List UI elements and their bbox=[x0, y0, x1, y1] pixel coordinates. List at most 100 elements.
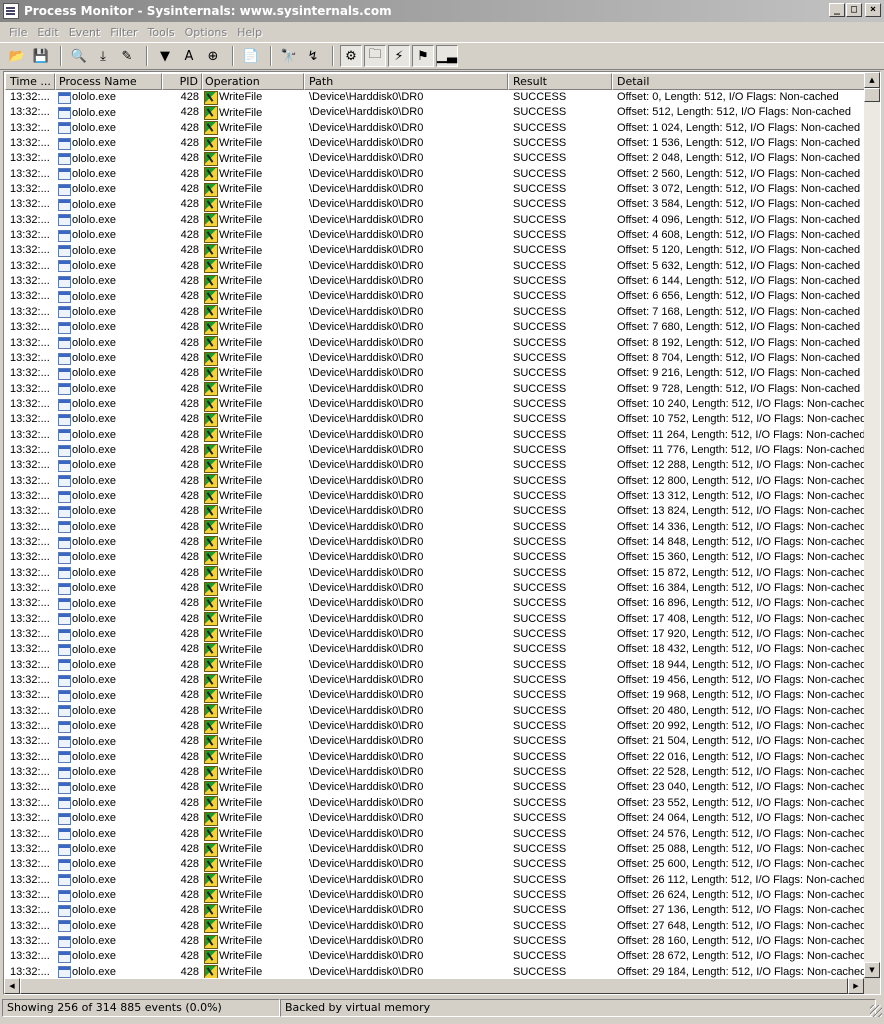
column-process-name[interactable]: Process Name bbox=[55, 73, 162, 90]
table-row[interactable]: 13:32:... ololo.exe 428 WriteFile \Device\Ha… bbox=[5, 167, 865, 182]
table-row[interactable]: 13:32:... ololo.exe 428 WriteFile \Device\Ha… bbox=[5, 243, 865, 259]
scroll-right-button[interactable]: ▶ bbox=[848, 978, 864, 994]
table-row[interactable]: 13:32:... ololo.exe 428 WriteFile \Device\Ha… bbox=[5, 443, 865, 458]
table-row[interactable]: 13:32:... ololo.exe 428 WriteFile \Device\Ha… bbox=[5, 796, 865, 811]
resize-grip[interactable] bbox=[870, 1005, 882, 1017]
table-row[interactable]: 13:32:... ololo.exe 428 WriteFile \Device\Ha… bbox=[5, 627, 865, 642]
highlight-icon[interactable]: A bbox=[178, 45, 200, 67]
column-operation[interactable]: Operation bbox=[202, 73, 304, 90]
table-row[interactable]: 13:32:... ololo.exe 428 WriteFile \Device\Ha… bbox=[5, 121, 865, 136]
table-row[interactable]: 13:32:... ololo.exe 428 WriteFile \Device\Ha… bbox=[5, 489, 865, 504]
table-row[interactable]: 13:32:... ololo.exe 428 WriteFile \Device\Ha… bbox=[5, 949, 865, 964]
table-row[interactable]: 13:32:... ololo.exe 428 WriteFile \Device\Ha… bbox=[5, 704, 865, 719]
open-icon[interactable]: 📂 bbox=[6, 45, 28, 67]
table-row[interactable]: 13:32:... ololo.exe 428 WriteFile \Device\Ha… bbox=[5, 320, 865, 335]
table-row[interactable]: 13:32:... ololo.exe 428 WriteFile \Device\Ha… bbox=[5, 919, 865, 934]
save-icon[interactable]: 💾 bbox=[30, 45, 52, 67]
table-row[interactable]: 13:32:... ololo.exe 428 WriteFile \Device\Ha… bbox=[5, 550, 865, 565]
table-row[interactable]: 13:32:... ololo.exe 428 WriteFile \Device\Ha… bbox=[5, 289, 865, 305]
table-row[interactable]: 13:32:... ololo.exe 428 WriteFile \Device\Ha… bbox=[5, 397, 865, 412]
table-row[interactable]: 13:32:... ololo.exe 428 WriteFile \Device\Ha… bbox=[5, 351, 865, 366]
registry-icon[interactable]: ⚙ bbox=[340, 45, 362, 67]
table-row[interactable]: 13:32:... ololo.exe 428 WriteFile \Device\Ha… bbox=[5, 182, 865, 197]
table-row[interactable]: 13:32:... ololo.exe 428 WriteFile \Device\Ha… bbox=[5, 504, 865, 519]
table-row[interactable]: 13:32:... ololo.exe 428 WriteFile \Device\Ha… bbox=[5, 673, 865, 688]
table-row[interactable]: 13:32:... ololo.exe 428 WriteFile \Device\Ha… bbox=[5, 566, 865, 581]
horizontal-scrollbar[interactable]: ◀ ▶ bbox=[4, 978, 864, 994]
autoscroll-icon[interactable]: ⤓ bbox=[92, 45, 114, 67]
menu-file[interactable]: File bbox=[4, 26, 32, 39]
profiling-icon[interactable]: ▁▃ bbox=[436, 45, 458, 67]
table-row[interactable]: 13:32:... ololo.exe 428 WriteFile \Device\Ha… bbox=[5, 780, 865, 796]
table-row[interactable]: 13:32:... ololo.exe 428 WriteFile \Device\Ha… bbox=[5, 581, 865, 596]
table-row[interactable]: 13:32:... ololo.exe 428 WriteFile \Device\Ha… bbox=[5, 734, 865, 750]
network-activity-icon[interactable]: ⚡ bbox=[388, 45, 410, 67]
menu-help[interactable]: Help bbox=[232, 26, 267, 39]
table-row[interactable]: 13:32:... ololo.exe 428 WriteFile \Device\Ha… bbox=[5, 136, 865, 151]
table-row[interactable]: 13:32:... ololo.exe 428 WriteFile \Device\Ha… bbox=[5, 642, 865, 658]
scroll-up-button[interactable]: ▲ bbox=[864, 72, 880, 88]
event-list[interactable]: Time ... Process Name PID Operation Path Resu… bbox=[3, 71, 881, 995]
table-row[interactable]: 13:32:... ololo.exe 428 WriteFile \Device\Ha… bbox=[5, 366, 865, 381]
vertical-scrollbar[interactable]: ▲ ▼ bbox=[864, 72, 880, 978]
table-row[interactable]: 13:32:... ololo.exe 428 WriteFile \Device\Ha… bbox=[5, 934, 865, 949]
table-row[interactable]: 13:32:... ololo.exe 428 WriteFile \Device\Ha… bbox=[5, 228, 865, 243]
table-row[interactable]: 13:32:... ololo.exe 428 WriteFile \Device\Ha… bbox=[5, 827, 865, 842]
table-row[interactable]: 13:32:... ololo.exe 428 WriteFile \Device\Ha… bbox=[5, 811, 865, 826]
table-row[interactable]: 13:32:... ololo.exe 428 WriteFile \Device\Ha… bbox=[5, 842, 865, 857]
table-row[interactable]: 13:32:... ololo.exe 428 WriteFile \Device\Ha… bbox=[5, 305, 865, 320]
table-row[interactable]: 13:32:... ololo.exe 428 WriteFile \Device\Ha… bbox=[5, 382, 865, 397]
menu-edit[interactable]: Edit bbox=[32, 26, 63, 39]
table-row[interactable]: 13:32:... ololo.exe 428 WriteFile \Device\Ha… bbox=[5, 274, 865, 289]
table-row[interactable]: 13:32:... ololo.exe 428 WriteFile \Device\Ha… bbox=[5, 688, 865, 704]
menu-tools[interactable]: Tools bbox=[143, 26, 180, 39]
table-row[interactable]: 13:32:... ololo.exe 428 WriteFile \Device\Ha… bbox=[5, 857, 865, 872]
table-row[interactable]: 13:32:... ololo.exe 428 WriteFile \Device\Ha… bbox=[5, 197, 865, 213]
properties-icon[interactable]: 📄 bbox=[240, 45, 262, 67]
scroll-left-button[interactable]: ◀ bbox=[4, 978, 20, 994]
table-row[interactable]: 13:32:... ololo.exe 428 WriteFile \Device\Ha… bbox=[5, 428, 865, 443]
table-row[interactable]: 13:32:... ololo.exe 428 WriteFile \Device\Ha… bbox=[5, 612, 865, 627]
table-row[interactable]: 13:32:... ololo.exe 428 WriteFile \Device\Ha… bbox=[5, 873, 865, 888]
filesystem-icon[interactable]: 🗀 bbox=[364, 45, 386, 67]
table-row[interactable]: 13:32:... ololo.exe 428 WriteFile \Device\Ha… bbox=[5, 903, 865, 918]
jump-icon[interactable]: ↯ bbox=[302, 45, 324, 67]
table-row[interactable]: 13:32:... ololo.exe 428 WriteFile \Device\Ha… bbox=[5, 535, 865, 550]
menu-options[interactable]: Options bbox=[180, 26, 232, 39]
menu-event[interactable]: Event bbox=[64, 26, 106, 39]
table-row[interactable]: 13:32:... ololo.exe 428 WriteFile \Device\Ha… bbox=[5, 151, 865, 167]
table-row[interactable]: 13:32:... ololo.exe 428 WriteFile \Device\Ha… bbox=[5, 888, 865, 903]
process-activity-icon[interactable]: ⚑ bbox=[412, 45, 434, 67]
menu-filter[interactable]: Filter bbox=[105, 26, 142, 39]
column-time[interactable]: Time ... bbox=[5, 73, 55, 90]
column-pid[interactable]: PID bbox=[162, 73, 202, 90]
horizontal-scroll-thumb[interactable] bbox=[20, 978, 848, 994]
table-row[interactable]: 13:32:... ololo.exe 428 WriteFile \Device\Ha… bbox=[5, 520, 865, 535]
column-detail[interactable]: Detail bbox=[612, 73, 865, 90]
table-row[interactable]: 13:32:... ololo.exe 428 WriteFile \Device\Ha… bbox=[5, 213, 865, 228]
app-icon[interactable] bbox=[3, 3, 19, 19]
table-row[interactable]: 13:32:... ololo.exe 428 WriteFile \Device\Ha… bbox=[5, 336, 865, 351]
table-row[interactable]: 13:32:... ololo.exe 428 WriteFile \Device\Ha… bbox=[5, 90, 865, 105]
table-row[interactable]: 13:32:... ololo.exe 428 WriteFile \Device\Ha… bbox=[5, 750, 865, 765]
close-button[interactable]: × bbox=[865, 3, 881, 17]
column-result[interactable]: Result bbox=[508, 73, 612, 90]
table-row[interactable]: 13:32:... ololo.exe 428 WriteFile \Device\Ha… bbox=[5, 474, 865, 489]
clear-icon[interactable]: ✎ bbox=[116, 45, 138, 67]
column-path[interactable]: Path bbox=[304, 73, 508, 90]
table-row[interactable]: 13:32:... ololo.exe 428 WriteFile \Device\Ha… bbox=[5, 765, 865, 780]
table-row[interactable]: 13:32:... ololo.exe 428 WriteFile \Device\Ha… bbox=[5, 719, 865, 734]
find-icon[interactable]: 🔭 bbox=[278, 45, 300, 67]
scroll-down-button[interactable]: ▼ bbox=[864, 962, 880, 978]
table-row[interactable]: 13:32:... ololo.exe 428 WriteFile \Device\Ha… bbox=[5, 596, 865, 612]
filter-icon[interactable]: ▼ bbox=[154, 45, 176, 67]
magnifier-icon[interactable]: 🔍 bbox=[68, 45, 90, 67]
table-row[interactable]: 13:32:... ololo.exe 428 WriteFile \Device\Ha… bbox=[5, 658, 865, 673]
maximize-button[interactable]: □ bbox=[846, 3, 862, 17]
table-row[interactable]: 13:32:... ololo.exe 428 WriteFile \Device\Ha… bbox=[5, 412, 865, 427]
table-row[interactable]: 13:32:... ololo.exe 428 WriteFile \Device\Ha… bbox=[5, 458, 865, 473]
network-icon[interactable]: ⊕ bbox=[202, 45, 224, 67]
vertical-scroll-thumb[interactable] bbox=[864, 88, 880, 102]
minimize-button[interactable]: _ bbox=[829, 3, 845, 17]
table-row[interactable]: 13:32:... ololo.exe 428 WriteFile \Device\Ha… bbox=[5, 105, 865, 121]
